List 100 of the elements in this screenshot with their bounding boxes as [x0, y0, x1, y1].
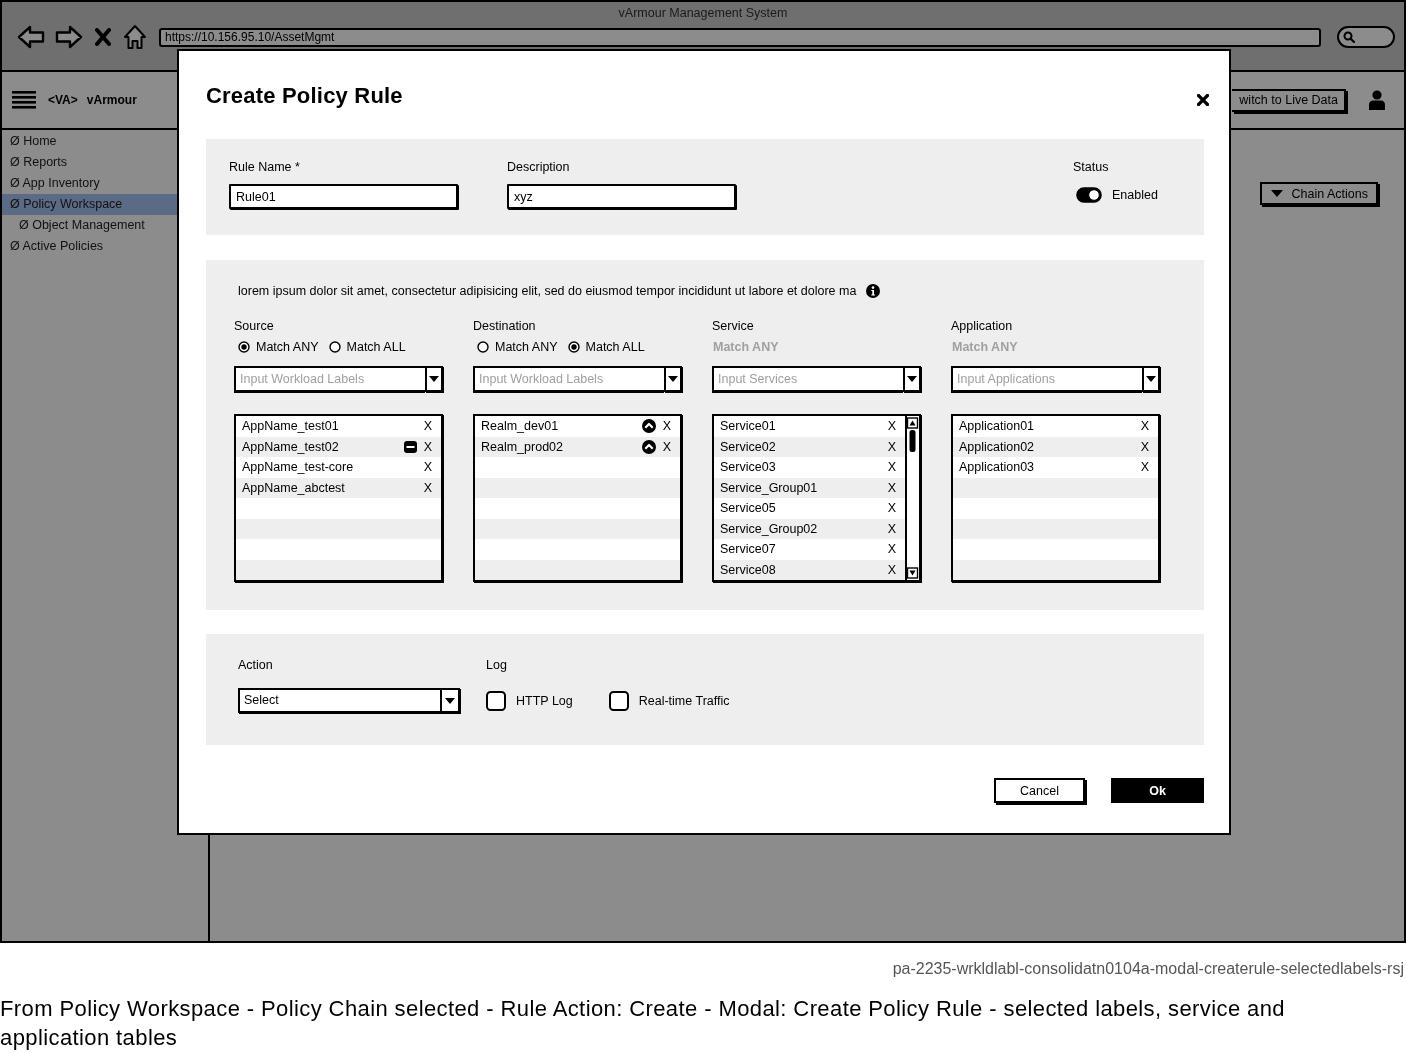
chain-actions-button[interactable]: Chain Actions — [1259, 182, 1378, 205]
info-icon[interactable] — [866, 284, 881, 298]
logo-text: <VA> — [48, 93, 78, 107]
window-title: vArmour Management System — [617, 5, 789, 21]
back-icon[interactable] — [17, 25, 45, 49]
remove-control[interactable]: X — [423, 419, 433, 434]
item-label: Application03 — [959, 460, 1036, 475]
remove-control[interactable]: X — [1140, 419, 1150, 434]
field-label: Log — [486, 657, 507, 673]
dropdown-button[interactable] — [425, 366, 443, 392]
column-heading: Destination — [473, 318, 536, 334]
remove-control[interactable]: X — [887, 460, 897, 475]
label-input-field[interactable]: Input Services — [712, 366, 903, 392]
dropdown-button[interactable] — [903, 366, 921, 392]
item-label: Application02 — [959, 439, 1036, 454]
radio-button[interactable] — [328, 341, 341, 353]
radio-button[interactable] — [477, 341, 489, 353]
item-label: AppName_abctest — [242, 480, 346, 495]
ok-button[interactable]: Ok — [1111, 778, 1204, 803]
column-heading: Source — [234, 318, 274, 334]
remove-control[interactable]: X — [887, 439, 897, 454]
field-label: Description — [507, 159, 570, 175]
label-input-field[interactable]: Input Workload Labels — [234, 366, 425, 392]
sidebar-item[interactable]: Ø Home — [2, 131, 177, 152]
dropdown-button[interactable] — [1142, 366, 1160, 392]
remove-control[interactable]: X — [887, 562, 897, 577]
scrollbar[interactable] — [905, 416, 919, 580]
item-label: AppName_test-core — [242, 460, 355, 475]
column-heading: Application — [951, 318, 1013, 334]
address-field[interactable]: https://10.156.95.10/AssetMgmt — [159, 27, 1321, 47]
remove-control[interactable]: X — [423, 480, 433, 495]
item-label: Service02 — [720, 439, 777, 454]
match-mode-text: Match ANY — [952, 340, 1018, 354]
user-icon[interactable] — [1368, 90, 1386, 110]
chevron-up-circle-icon[interactable] — [642, 419, 656, 434]
remove-control[interactable]: X — [1140, 439, 1150, 454]
rule-name-field[interactable]: Rule01 — [229, 184, 458, 209]
switch-data-button[interactable]: witch to Live Data — [1232, 88, 1346, 112]
status-text: Enabled — [1112, 188, 1158, 202]
forward-icon[interactable] — [55, 25, 83, 49]
checkbox-label[interactable]: HTTP Log — [516, 693, 573, 708]
home-icon[interactable] — [123, 24, 147, 50]
remove-control[interactable]: X — [423, 439, 433, 454]
radio-button[interactable] — [238, 341, 250, 353]
item-label: Application01 — [959, 419, 1036, 434]
radio-label[interactable]: Match ANY — [256, 340, 319, 354]
minus-square-icon[interactable] — [404, 440, 417, 453]
app-name: vArmour — [86, 93, 137, 107]
menu-icon[interactable] — [12, 91, 36, 109]
sidebar-item[interactable]: Ø Reports — [2, 152, 177, 173]
item-label: Realm_prod02 — [481, 439, 564, 454]
remove-control[interactable]: X — [662, 419, 672, 434]
dropdown-button[interactable] — [664, 366, 682, 392]
sidebar-item[interactable]: Ø App Inventory — [2, 173, 177, 194]
item-label: Service_Group02 — [720, 521, 819, 536]
stop-icon[interactable] — [95, 28, 111, 46]
radio-label[interactable]: Match ALL — [346, 340, 406, 354]
remove-control[interactable]: X — [1140, 460, 1150, 475]
close-icon[interactable] — [1197, 94, 1209, 106]
remove-control[interactable]: X — [887, 501, 897, 516]
sidebar-item[interactable]: Ø Active Policies — [2, 236, 177, 257]
search-icon — [1343, 31, 1355, 43]
label-input-field[interactable]: Input Applications — [951, 366, 1142, 392]
dialog-title: Create Policy Rule — [206, 82, 403, 110]
item-label: AppName_test01 — [242, 419, 340, 434]
item-label: Service03 — [720, 460, 777, 475]
file-name-text: pa-2235-wrkldlabl-consolidatn0104a-modal-createrule-selectedlabels-rsj — [891, 959, 1405, 979]
remove-control[interactable]: X — [887, 480, 897, 495]
label-input-field[interactable]: Input Workload Labels — [473, 366, 664, 392]
toggle-switch[interactable] — [1076, 187, 1102, 203]
radio-button[interactable] — [567, 341, 580, 353]
checkbox[interactable] — [486, 690, 506, 711]
item-label: AppName_test02 — [242, 439, 340, 454]
remove-control[interactable]: X — [887, 521, 897, 536]
sidebar-item[interactable]: Ø Object Management — [2, 215, 177, 236]
field-label: Rule Name * — [229, 159, 300, 175]
remove-control[interactable]: X — [887, 542, 897, 557]
remove-control[interactable]: X — [887, 419, 897, 434]
info-text: lorem ipsum dolor sit amet, consectetur adipisicing elit, sed do eiusmod tempor incididunt ut labore et dolore ma — [238, 283, 857, 299]
chevron-up-circle-icon[interactable] — [642, 439, 656, 454]
search-field[interactable] — [1337, 26, 1395, 48]
field-label: Status — [1073, 159, 1109, 175]
cancel-button[interactable]: Cancel — [994, 778, 1085, 803]
sidebar-item[interactable]: Ø Policy Workspace — [2, 194, 177, 215]
radio-label[interactable]: Match ALL — [585, 340, 645, 354]
caret-down-icon[interactable] — [445, 697, 455, 704]
checkbox-label[interactable]: Real-time Traffic — [638, 693, 730, 708]
caret-down-icon — [668, 376, 678, 382]
radio-label[interactable]: Match ANY — [495, 340, 558, 354]
caret-down-icon — [907, 376, 917, 382]
remove-control[interactable]: X — [662, 439, 672, 454]
item-label: Service_Group01 — [720, 480, 819, 495]
caption-text: From Policy Workspace - Policy Chain selected - Rule Action: Create - Modal: Create Policy Rule - selected labels, service and application tables — [0, 995, 1286, 1052]
column-heading: Service — [712, 318, 754, 334]
caret-down-icon — [1270, 190, 1283, 197]
remove-control[interactable]: X — [423, 460, 433, 475]
checkbox[interactable] — [608, 690, 629, 711]
description-field[interactable]: xyz — [507, 184, 736, 209]
action-select[interactable]: Select — [238, 688, 460, 713]
item-label: Service07 — [720, 542, 777, 557]
